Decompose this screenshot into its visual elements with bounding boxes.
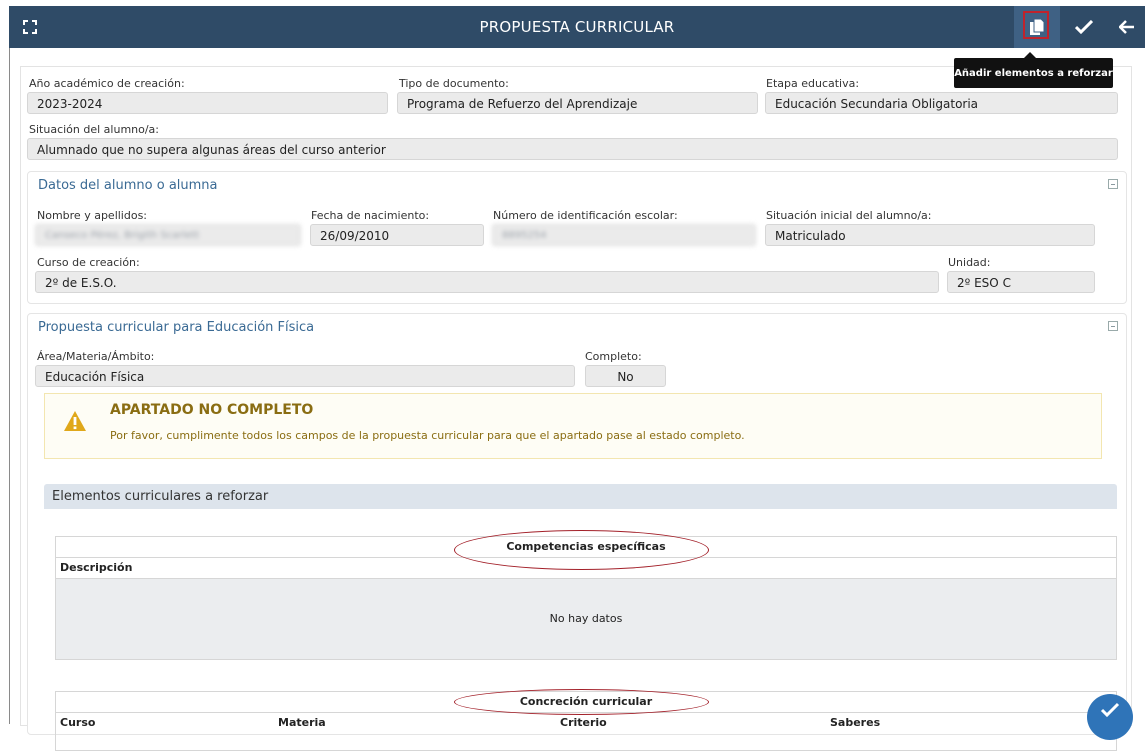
- type-label: Tipo de documento:: [399, 77, 509, 90]
- course-field: 2º de E.S.O.: [35, 271, 939, 293]
- name-label: Nombre y apellidos:: [37, 209, 148, 222]
- complete-label: Completo:: [585, 350, 642, 363]
- proposal-panel-title: Propuesta curricular para Educación Físi…: [38, 320, 315, 335]
- area-label: Área/Materia/Ámbito:: [37, 350, 155, 363]
- collapse-icon[interactable]: [1108, 179, 1118, 189]
- initial-situation-label: Situación inicial del alumno/a:: [766, 209, 932, 222]
- unit-field: 2º ESO C: [947, 271, 1095, 293]
- left-border: [9, 48, 10, 724]
- area-field: Educación Física: [35, 365, 575, 387]
- main-content: Año académico de creación: 2023-2024 Tip…: [20, 66, 1132, 751]
- top-bar: PROPUESTA CURRICULAR: [9, 6, 1145, 48]
- column-header[interactable]: Saberes: [830, 716, 880, 729]
- annotation-ellipse: [454, 689, 709, 715]
- stage-field: Educación Secundaria Obligatoria: [765, 92, 1118, 114]
- situation-label: Situación del alumno/a:: [29, 123, 160, 136]
- back-button[interactable]: [1106, 6, 1145, 48]
- stage-label: Etapa educativa:: [766, 77, 860, 90]
- initial-situation-field: Matriculado: [765, 224, 1095, 246]
- warning-icon: [64, 411, 86, 431]
- elements-section-header: Elementos curriculares a reforzar: [44, 484, 1117, 509]
- page-title: PROPUESTA CURRICULAR: [479, 18, 675, 36]
- incomplete-alert: APARTADO NO COMPLETO Por favor, cumplime…: [44, 393, 1102, 459]
- add-elements-button[interactable]: [1014, 6, 1060, 48]
- check-icon: [1075, 20, 1093, 34]
- year-label: Año académico de creación:: [29, 77, 185, 90]
- type-field: Programa de Refuerzo del Aprendizaje: [397, 92, 758, 114]
- student-panel: Datos del alumno o alumna Nombre y apell…: [27, 171, 1127, 304]
- highlight-box: [1023, 11, 1049, 39]
- no-data-message: No hay datos: [56, 579, 1116, 659]
- course-label: Curso de creación:: [37, 256, 140, 269]
- save-fab-button[interactable]: [1087, 694, 1133, 740]
- name-field: Canseco Pérez, Brigith Scarlett: [35, 224, 301, 246]
- arrow-left-icon: [1119, 20, 1134, 34]
- elements-section-title: Elementos curriculares a reforzar: [52, 489, 269, 504]
- collapse-icon[interactable]: [1108, 321, 1118, 331]
- birth-label: Fecha de nacimiento:: [311, 209, 430, 222]
- alert-message: Por favor, cumplimente todos los campos …: [110, 429, 745, 442]
- confirm-button[interactable]: [1063, 6, 1105, 48]
- column-header[interactable]: Criterio: [560, 716, 607, 729]
- student-panel-title: Datos del alumno o alumna: [38, 178, 218, 193]
- school-id-field: 8895254: [492, 224, 756, 246]
- school-id-label: Número de identificación escolar:: [493, 209, 678, 222]
- column-header[interactable]: Materia: [278, 716, 326, 729]
- complete-field: No: [585, 365, 666, 387]
- proposal-panel: Propuesta curricular para Educación Físi…: [27, 313, 1127, 751]
- year-field: 2023-2024: [27, 92, 388, 114]
- add-elements-tooltip: Añadir elementos a reforzar: [954, 52, 1113, 88]
- alert-title: APARTADO NO COMPLETO: [110, 402, 314, 418]
- unit-label: Unidad:: [948, 256, 991, 269]
- concrecion-columns: Curso Materia Criterio Saberes: [56, 713, 1116, 733]
- check-icon: [1100, 702, 1120, 718]
- annotation-ellipse: [454, 530, 709, 570]
- situation-field: Alumnado que no supera algunas áreas del…: [27, 138, 1118, 160]
- birth-field: 26/09/2010: [310, 224, 484, 246]
- column-header[interactable]: Curso: [60, 716, 95, 729]
